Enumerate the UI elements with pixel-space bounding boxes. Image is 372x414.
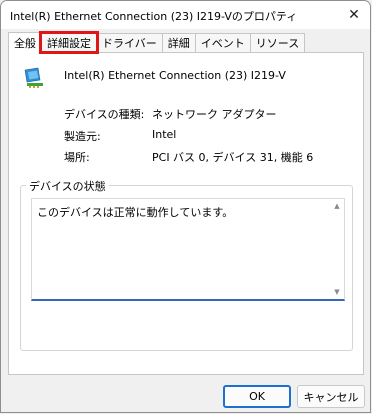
location-value: PCI バス 0, デバイス 31, 機能 6 bbox=[152, 151, 314, 164]
network-adapter-icon bbox=[24, 67, 43, 88]
scroll-up-arrow-icon[interactable]: ▲ bbox=[330, 199, 344, 213]
tab-advanced[interactable]: 詳細設定 bbox=[39, 31, 99, 54]
manufacturer-label: 製造元: bbox=[64, 130, 101, 143]
device-status-group: デバイスの状態 このデバイスは正常に動作しています。 ▲ ▼ bbox=[20, 178, 353, 351]
window-title: Intel(R) Ethernet Connection (23) I219-V… bbox=[10, 10, 298, 23]
tab-events[interactable]: イベント bbox=[194, 33, 251, 52]
device-status-title: デバイスの状態 bbox=[26, 178, 109, 194]
device-status-text: このデバイスは正常に動作しています。 bbox=[37, 206, 234, 219]
close-button[interactable]: ✕ bbox=[340, 1, 368, 29]
location-label: 場所: bbox=[64, 151, 90, 164]
ok-button[interactable]: OK bbox=[223, 385, 291, 408]
properties-dialog: Intel(R) Ethernet Connection (23) I219-V… bbox=[0, 0, 371, 413]
scroll-down-arrow-icon[interactable]: ▼ bbox=[330, 285, 344, 299]
device-type-value: ネットワーク アダプター bbox=[152, 108, 277, 121]
title-bar: Intel(R) Ethernet Connection (23) I219-V… bbox=[1, 1, 370, 29]
tab-driver[interactable]: ドライバー bbox=[96, 33, 163, 52]
tab-strip: 全般 詳細設定 ドライバー 詳細 イベント リソース bbox=[8, 31, 306, 54]
general-tab-panel: Intel(R) Ethernet Connection (23) I219-V… bbox=[8, 52, 364, 375]
status-scrollbar[interactable]: ▲ ▼ bbox=[330, 199, 344, 299]
device-type-label: デバイスの種類: bbox=[64, 108, 145, 121]
tab-general[interactable]: 全般 bbox=[8, 32, 42, 53]
device-status-textbox[interactable]: このデバイスは正常に動作しています。 ▲ ▼ bbox=[31, 198, 345, 301]
device-name: Intel(R) Ethernet Connection (23) I219-V bbox=[64, 69, 286, 82]
manufacturer-value: Intel bbox=[152, 128, 177, 141]
cancel-button[interactable]: キャンセル bbox=[297, 385, 365, 408]
tab-details[interactable]: 詳細 bbox=[161, 33, 196, 52]
tab-resources[interactable]: リソース bbox=[249, 33, 306, 52]
